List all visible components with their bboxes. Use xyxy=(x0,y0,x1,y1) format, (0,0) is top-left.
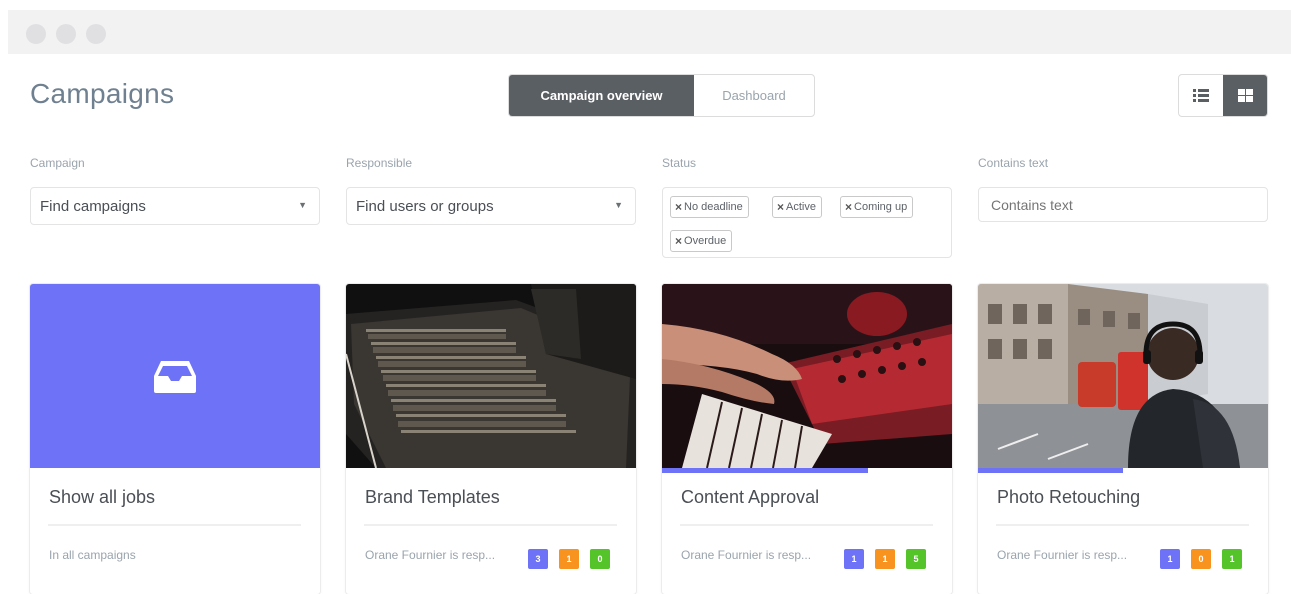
grid-view-button[interactable] xyxy=(1223,75,1267,116)
window-close-dot[interactable] xyxy=(26,24,46,44)
status-tag-active[interactable]: × Active xyxy=(772,196,822,218)
job-count-badge: 1 xyxy=(1160,549,1180,569)
campaign-select-value: Find campaigns xyxy=(40,197,146,215)
card-subtitle: Orane Fournier is resp... xyxy=(997,548,1128,562)
responsible-filter-label: Responsible xyxy=(346,156,413,170)
card-cover xyxy=(30,284,320,468)
status-tag-label: Coming up xyxy=(854,201,908,213)
card-divider xyxy=(680,524,933,526)
job-count-badge: 5 xyxy=(906,549,926,569)
responsible-select-value: Find users or groups xyxy=(356,197,494,215)
text-filter-label: Contains text xyxy=(978,156,1049,170)
tab-campaign-overview[interactable]: Campaign overview xyxy=(509,75,694,116)
card-cover-image xyxy=(978,284,1268,468)
list-view-icon xyxy=(1193,89,1209,102)
job-count-badge: 0 xyxy=(590,549,610,569)
list-view-button[interactable] xyxy=(1179,75,1223,116)
card-title: Content Approval xyxy=(681,487,820,507)
job-count-badge: 1 xyxy=(875,549,895,569)
remove-tag-icon[interactable]: × xyxy=(777,200,784,214)
card-subtitle: Orane Fournier is resp... xyxy=(365,548,496,562)
contains-text-input[interactable] xyxy=(978,187,1268,222)
card-title: Photo Retouching xyxy=(997,487,1141,507)
card-divider xyxy=(364,524,617,526)
grid-view-icon xyxy=(1237,89,1253,102)
responsible-select[interactable]: Find users or groups ▼ xyxy=(346,187,636,225)
card-subtitle: In all campaigns xyxy=(49,548,136,562)
job-count-badge: 1 xyxy=(844,549,864,569)
window-titlebar xyxy=(8,10,1291,54)
job-count-badge: 3 xyxy=(528,549,548,569)
status-tag-no-deadline[interactable]: × No deadline xyxy=(670,196,749,218)
card-cover-image xyxy=(662,284,952,468)
campaign-progress-bar xyxy=(662,468,868,473)
campaign-card-photo-retouching[interactable]: Photo Retouching Orane Fournier is resp.… xyxy=(978,284,1268,594)
remove-tag-icon[interactable]: × xyxy=(675,200,682,214)
status-filter-label: Status xyxy=(662,156,697,170)
campaign-select[interactable]: Find campaigns ▼ xyxy=(30,187,320,225)
job-count-badge: 0 xyxy=(1191,549,1211,569)
inbox-icon xyxy=(152,359,198,395)
window-minimize-dot[interactable] xyxy=(56,24,76,44)
status-tag-label: No deadline xyxy=(684,201,743,213)
tab-dashboard[interactable]: Dashboard xyxy=(694,75,814,116)
caret-down-icon: ▼ xyxy=(298,200,307,210)
card-title: Show all jobs xyxy=(49,487,156,507)
status-tag-overdue[interactable]: × Overdue xyxy=(670,230,733,252)
card-divider xyxy=(996,524,1249,526)
status-tag-label: Active xyxy=(786,201,816,213)
job-count-badge: 1 xyxy=(559,549,579,569)
job-count-badge: 1 xyxy=(1222,549,1242,569)
card-divider xyxy=(48,524,301,526)
view-tabs: Campaign overview Dashboard xyxy=(508,74,815,117)
caret-down-icon: ▼ xyxy=(614,200,623,210)
status-tag-coming-up[interactable]: × Coming up xyxy=(840,196,914,218)
remove-tag-icon[interactable]: × xyxy=(845,200,852,214)
campaign-filter-label: Campaign xyxy=(30,156,85,170)
view-switch xyxy=(1178,74,1268,117)
card-cover-image xyxy=(346,284,636,468)
window-maximize-dot[interactable] xyxy=(86,24,106,44)
status-tag-label: Overdue xyxy=(684,235,727,247)
campaign-card-brand-templates[interactable]: Brand Templates Orane Fournier is resp..… xyxy=(346,284,636,594)
campaign-progress-bar xyxy=(978,468,1123,473)
page-title: Campaigns xyxy=(30,78,175,109)
campaign-card-all-jobs[interactable]: Show all jobs In all campaigns xyxy=(30,284,320,594)
remove-tag-icon[interactable]: × xyxy=(675,234,682,248)
card-title: Brand Templates xyxy=(365,487,500,507)
campaign-card-content-approval[interactable]: Content Approval Orane Fournier is resp.… xyxy=(662,284,952,594)
card-subtitle: Orane Fournier is resp... xyxy=(681,548,812,562)
status-tag-input[interactable]: × No deadline × Active × Coming up × Ove… xyxy=(662,187,952,258)
